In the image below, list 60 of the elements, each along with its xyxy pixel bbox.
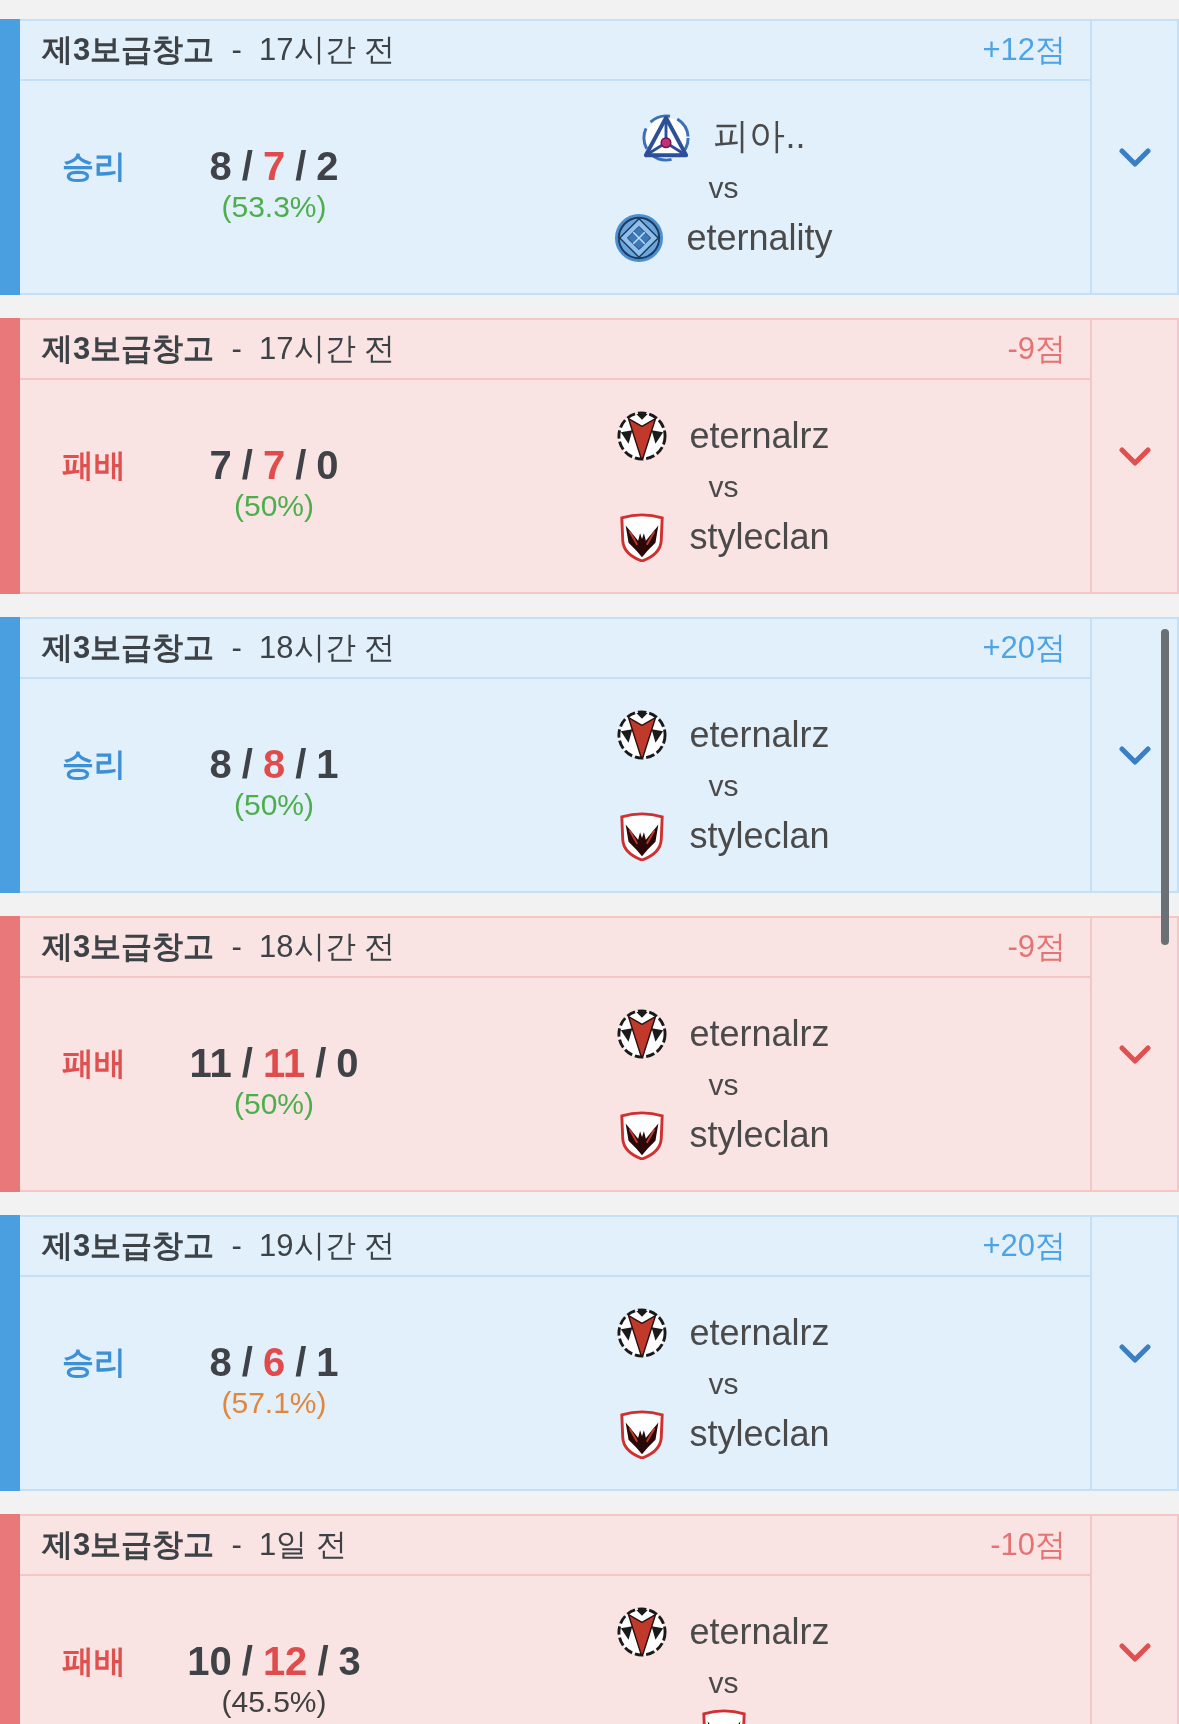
match-result: 패배 — [62, 1642, 127, 1681]
v-emblem-icon — [617, 1008, 668, 1059]
match-result: 패배 — [62, 1044, 127, 1083]
v-emblem-icon — [617, 1307, 668, 1358]
team-name: eternalrz — [689, 1610, 830, 1653]
match-title: 제3보급창고 - 18시간 전 — [42, 629, 396, 667]
match-title: 제3보급창고 - 18시간 전 — [42, 928, 396, 966]
v-emblem-icon — [617, 410, 668, 461]
v-emblem-icon — [617, 1606, 668, 1657]
team-name: eternality — [686, 216, 833, 259]
kda-score: 11 / 11 / 0 — [189, 1041, 359, 1085]
score-change: -9점 — [1007, 330, 1066, 368]
versus-label: vs — [708, 169, 739, 206]
chevron-down-icon — [1118, 745, 1151, 765]
score-change: -10점 — [990, 1526, 1066, 1564]
kda-percentage: (45.5%) — [221, 1686, 327, 1718]
match-result: 승리 — [62, 1343, 127, 1382]
score-change: +20점 — [982, 1227, 1066, 1265]
kda-percentage: (53.3%) — [221, 191, 327, 223]
team-name: styleclan — [689, 1412, 830, 1455]
team-name: styleclan — [689, 515, 830, 558]
kda-score: 7 / 7 / 0 — [209, 443, 339, 487]
kda-percentage: (50%) — [234, 490, 314, 522]
match-title: 제3보급창고 - 17시간 전 — [42, 31, 396, 69]
kda-percentage: (50%) — [234, 789, 314, 821]
versus-label: vs — [708, 1365, 739, 1402]
kda-score: 8 / 8 / 1 — [209, 742, 339, 786]
triangle-emblem-icon — [641, 111, 692, 162]
v-emblem-icon — [617, 709, 668, 760]
team-name: eternalrz — [689, 414, 830, 457]
match-result: 승리 — [62, 745, 127, 784]
match-title: 제3보급창고 - 19시간 전 — [42, 1227, 396, 1265]
versus-label: vs — [708, 468, 739, 505]
kda-score: 8 / 7 / 2 — [209, 144, 339, 188]
chevron-down-icon — [1118, 1642, 1151, 1662]
match-title: 제3보급창고 - 17시간 전 — [42, 330, 396, 368]
team-name: eternalrz — [689, 713, 830, 756]
diamond-disc-icon — [614, 212, 665, 263]
team-name: eternalrz — [689, 1311, 830, 1354]
kda-percentage: (50%) — [234, 1088, 314, 1120]
chevron-down-icon — [1118, 446, 1151, 466]
chevron-down-icon — [1118, 1044, 1151, 1064]
score-change: +20점 — [982, 629, 1066, 667]
match-title: 제3보급창고 - 1일 전 — [42, 1526, 347, 1564]
match-result: 승리 — [62, 147, 127, 186]
kda-score: 8 / 6 / 1 — [209, 1340, 339, 1384]
chevron-down-icon — [1118, 147, 1151, 167]
team-name: styleclan — [689, 814, 830, 857]
team-name: styleclan — [689, 1113, 830, 1156]
team-name: eternalrz — [689, 1012, 830, 1055]
match-result: 패배 — [62, 446, 127, 485]
score-change: -9점 — [1007, 928, 1066, 966]
chevron-down-icon — [1118, 1343, 1151, 1363]
versus-label: vs — [708, 1664, 739, 1701]
versus-label: vs — [708, 767, 739, 804]
kda-score: 10 / 12 / 3 — [187, 1639, 361, 1683]
score-change: +12점 — [982, 31, 1066, 69]
team-name: 피아.. — [713, 114, 806, 158]
kda-percentage: (57.1%) — [221, 1387, 327, 1419]
versus-label: vs — [708, 1066, 739, 1103]
